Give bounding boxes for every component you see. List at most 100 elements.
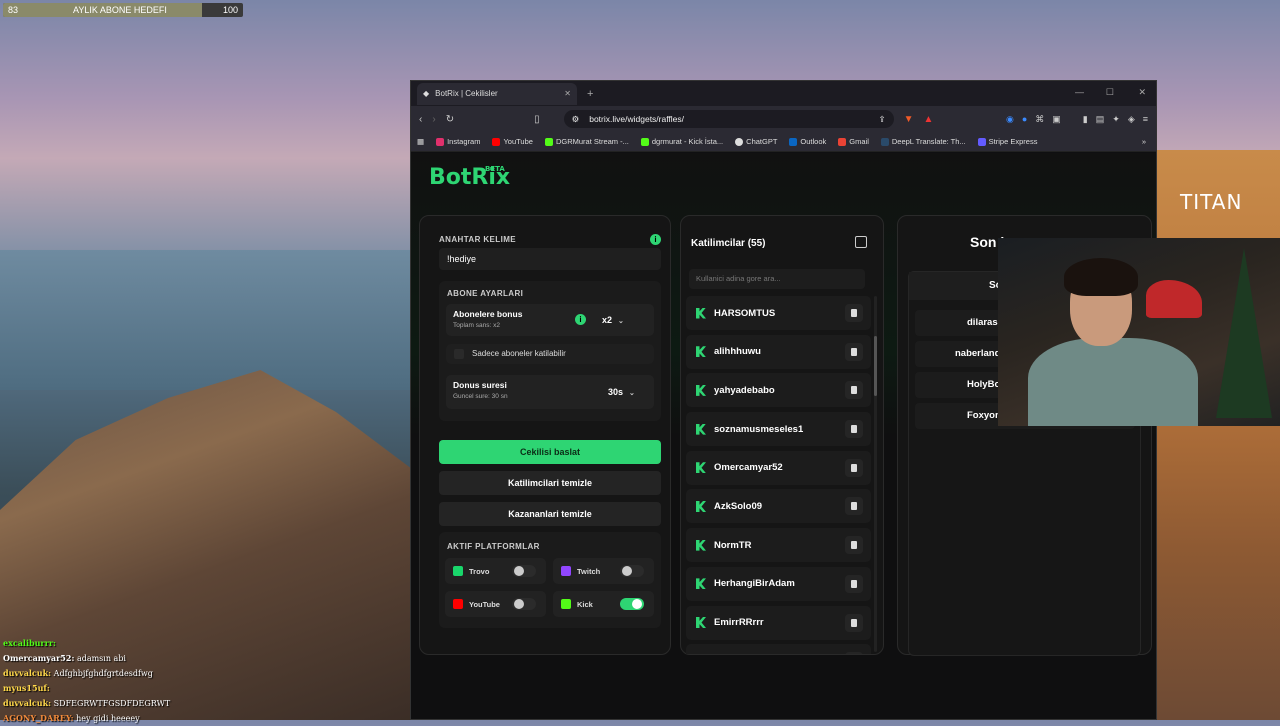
trovo-toggle[interactable] xyxy=(512,565,536,577)
bookmark-label: Stripe Express xyxy=(988,137,1038,146)
new-tab-icon[interactable]: + xyxy=(587,88,593,100)
bonus-select[interactable]: x2 ⌄ xyxy=(602,315,624,325)
more-bookmarks-icon[interactable]: » xyxy=(1142,137,1146,146)
background-sea xyxy=(0,250,420,390)
apps-grid-icon[interactable]: ▦ xyxy=(417,137,424,146)
kick-icon xyxy=(696,307,706,319)
platform-label: Trovo xyxy=(469,566,490,576)
extension-icon[interactable]: ◉ xyxy=(1006,114,1014,125)
maximize-icon[interactable]: ☐ xyxy=(1106,87,1114,98)
info-icon[interactable]: i xyxy=(575,314,586,325)
bookmark-icon[interactable]: ▯ xyxy=(534,114,540,125)
bookmark-item[interactable]: Stripe Express xyxy=(977,137,1038,146)
minimize-icon[interactable]: — xyxy=(1075,87,1084,97)
bookmark-item[interactable]: DGRMurat Stream -... xyxy=(544,137,629,146)
bookmark-item[interactable]: dgrmurat - Kick İsta... xyxy=(640,137,723,146)
trash-icon[interactable] xyxy=(845,613,863,632)
brave-shield-icon[interactable]: ▼ xyxy=(904,114,914,125)
vpn-icon[interactable]: ◈ xyxy=(1128,114,1135,125)
duration-subtitle: Guncel sure: 30 sn xyxy=(453,393,508,400)
streamer-hair xyxy=(1064,258,1138,296)
participant-name: alihhhuwu xyxy=(714,346,761,358)
chat-message: SDFEGRWTFGSDFDEGRWT xyxy=(53,699,171,708)
scrollbar[interactable] xyxy=(874,296,877,652)
extension-icon[interactable]: ▣ xyxy=(1052,114,1061,125)
kick-icon xyxy=(696,617,706,628)
brave-rewards-icon[interactable]: ▲ xyxy=(924,114,934,125)
only-subscribers-option[interactable]: Sadece aboneler katilabilir xyxy=(446,344,654,364)
reload-icon[interactable]: ↻ xyxy=(446,114,454,125)
bookmark-item[interactable]: Instagram xyxy=(436,137,480,146)
twitch-toggle[interactable] xyxy=(620,565,644,577)
clear-participants-button[interactable]: Katilimcilari temizle xyxy=(439,471,661,495)
bookmark-item[interactable]: YouTube xyxy=(492,137,533,146)
chat-line: duvvalcuk: SDFEGRWTFGSDFDEGRWT xyxy=(3,696,203,711)
start-raffle-button[interactable]: Cekilisi baslat xyxy=(439,440,661,464)
copy-icon[interactable] xyxy=(855,236,867,248)
extension-icon[interactable]: ⌘ xyxy=(1035,114,1044,125)
tab-favicon-icon: ◆ xyxy=(423,89,430,98)
platform-youtube: YouTube xyxy=(445,591,546,617)
close-tab-icon[interactable]: ✕ xyxy=(564,89,571,98)
chat-user: Omercamyar52: xyxy=(3,653,75,663)
close-window-icon[interactable]: ✕ xyxy=(1138,87,1146,98)
youtube-toggle[interactable] xyxy=(512,598,536,610)
back-icon[interactable]: ‹ xyxy=(419,114,422,125)
trash-icon[interactable] xyxy=(845,458,863,477)
stripe-icon xyxy=(977,137,986,146)
only-subscribers-checkbox[interactable] xyxy=(454,349,464,359)
clear-winners-button[interactable]: Kazananlari temizle xyxy=(439,502,661,526)
keyword-input[interactable]: !hediye xyxy=(439,248,661,270)
forward-icon[interactable]: › xyxy=(432,114,435,125)
settings-panel: ANAHTAR KELIME i !hediye ABONE AYARLARI … xyxy=(419,215,671,655)
active-platforms: AKTIF PLATFORMLAR Trovo Twitch YouTube K… xyxy=(439,532,661,628)
tab-botrix[interactable]: ◆ BotRix | Cekilisler ✕ xyxy=(417,82,577,105)
wallet-icon[interactable]: ▤ xyxy=(1096,114,1105,125)
subscriber-settings: ABONE AYARLARI Abonelere bonus Toplam sa… xyxy=(439,281,661,421)
santa-hat xyxy=(1146,280,1202,318)
outlook-icon xyxy=(789,137,798,146)
duration-select[interactable]: 30s ⌄ xyxy=(608,387,635,397)
trash-icon[interactable] xyxy=(845,497,863,516)
bookmark-item[interactable]: Outlook xyxy=(789,137,826,146)
participant-item: Omercamyar52 xyxy=(686,450,871,485)
bookmark-label: Instagram xyxy=(447,137,481,146)
duration-title: Donus suresi xyxy=(453,380,507,390)
chat-user: duvvalcuk: xyxy=(3,668,52,678)
trash-icon[interactable] xyxy=(845,381,863,400)
extension-icon[interactable]: ● xyxy=(1022,114,1027,125)
goal-current: 83 xyxy=(8,5,19,15)
participant-list: HARSOMTUS alihhhuwu yahyadebabo soznamusmes… xyxy=(686,296,871,654)
botrix-logo[interactable]: BotRix BETA xyxy=(429,165,510,190)
bookmark-item[interactable]: ChatGPT xyxy=(735,137,777,146)
trash-icon[interactable] xyxy=(845,304,863,322)
kick-icon xyxy=(696,500,706,512)
goal-target: 100 xyxy=(222,5,238,15)
extensions-icon[interactable]: ✦ xyxy=(1112,114,1120,125)
participant-search-input[interactable]: Kullanici adina gore ara... xyxy=(689,269,865,289)
chat-user: myus15uf: xyxy=(3,683,50,693)
youtube-icon xyxy=(453,599,463,609)
bookmark-item[interactable]: Gmail xyxy=(838,137,869,146)
site-settings-icon[interactable]: ⚙ xyxy=(572,114,580,125)
kick-toggle[interactable] xyxy=(620,598,644,610)
bookmark-label: YouTube xyxy=(503,137,533,146)
titan-logo: TITAN xyxy=(1180,190,1243,214)
trash-icon[interactable] xyxy=(845,342,863,361)
participant-name: NormTR xyxy=(714,539,752,551)
duration-inner: Donus suresi Guncel sure: 30 sn 30s ⌄ xyxy=(446,375,654,409)
youtube-icon xyxy=(492,137,501,146)
url-field[interactable]: ⚙ botrix.live/widgets/raffles/ ⇪ xyxy=(563,110,894,128)
trash-icon[interactable] xyxy=(845,574,863,593)
bookmark-item[interactable]: DeepL Translate: Th... xyxy=(880,137,966,146)
extensions-bar: ◉ ● ⌘ ▣ ▮ ▤ ✦ ◈ ≡ xyxy=(1006,114,1148,125)
subscriber-goal-bar: 83 AYLIK ABONE HEDEFI 100 xyxy=(3,3,243,17)
trash-icon[interactable] xyxy=(845,536,863,555)
share-icon[interactable]: ⇪ xyxy=(878,114,885,125)
duration-value: 30s xyxy=(608,387,624,397)
menu-icon[interactable]: ≡ xyxy=(1143,114,1148,125)
sidebar-toggle-icon[interactable]: ▮ xyxy=(1083,114,1088,125)
info-icon[interactable]: i xyxy=(650,234,661,245)
trash-icon[interactable] xyxy=(845,420,863,439)
trash-icon[interactable] xyxy=(845,652,863,654)
